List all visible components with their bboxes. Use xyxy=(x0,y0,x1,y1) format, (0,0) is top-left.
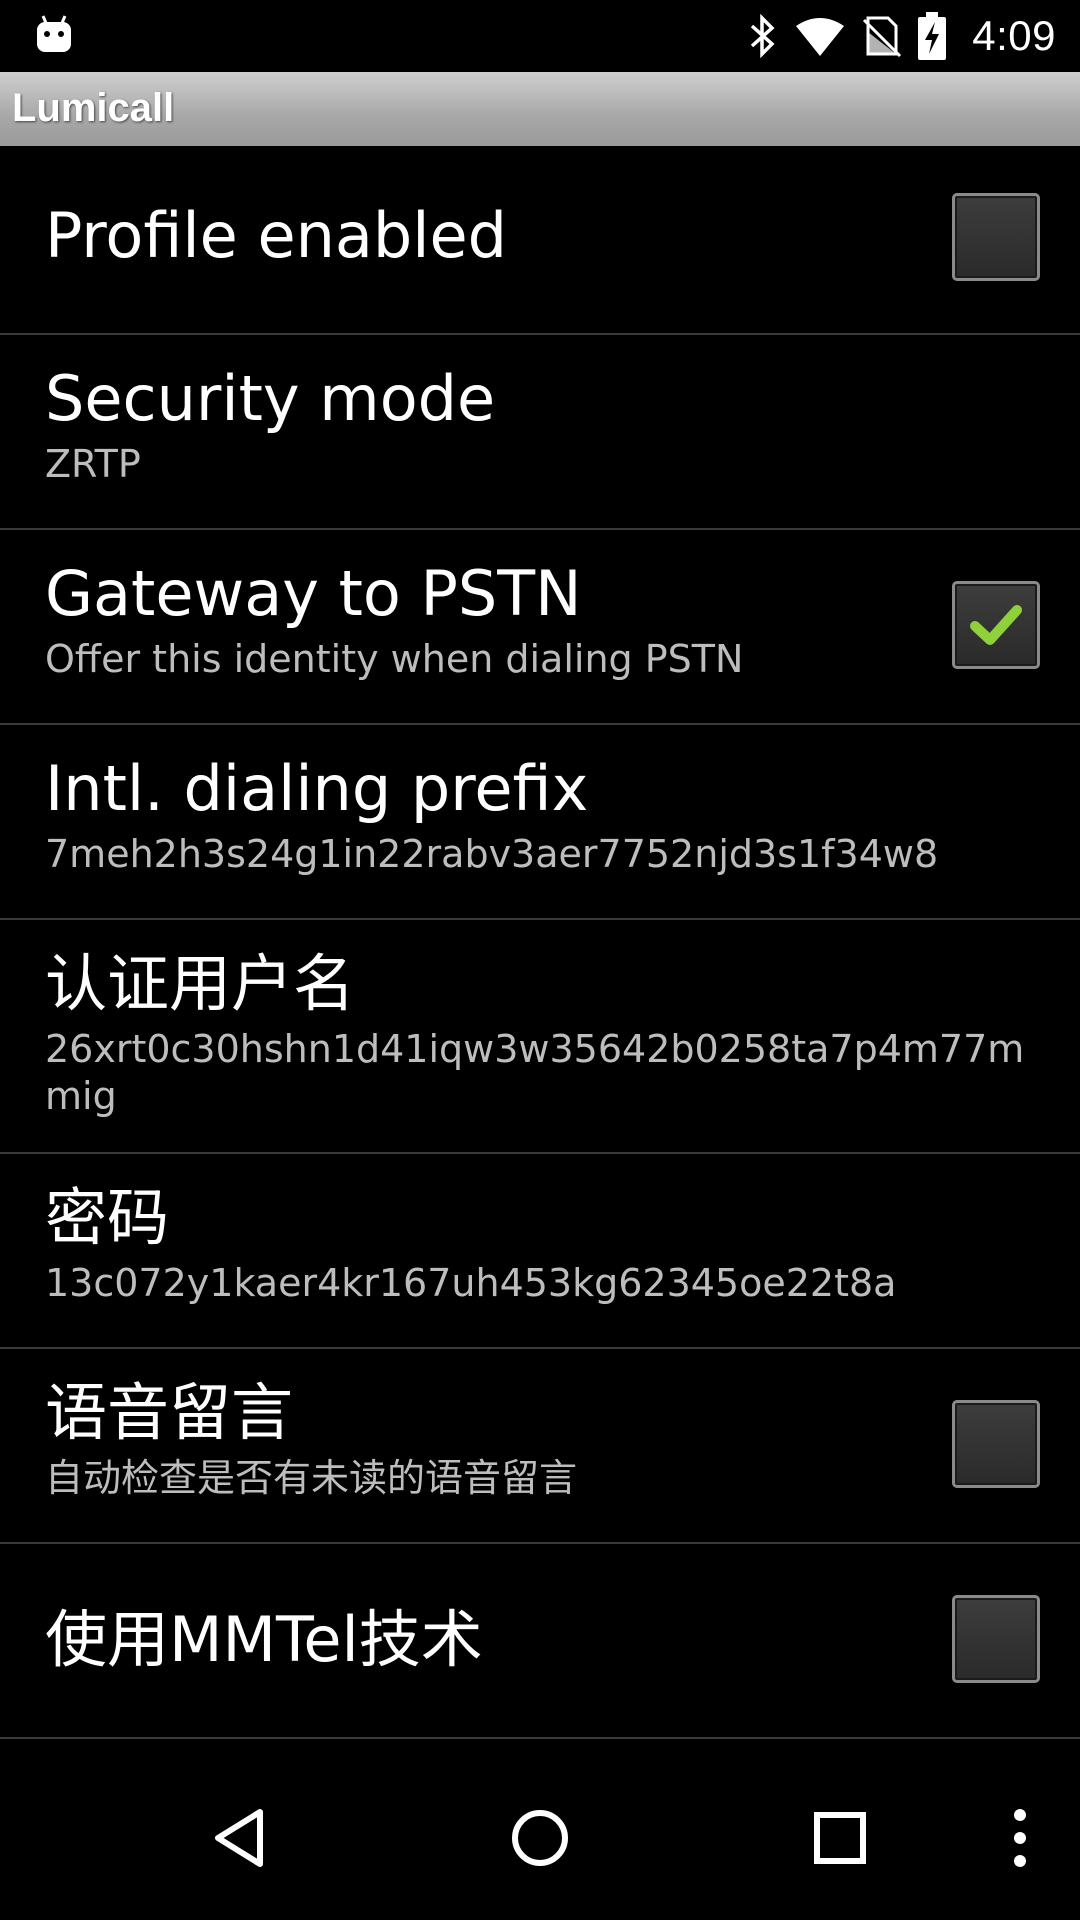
pref-intl-dialing-prefix[interactable]: Intl. dialing prefix 7meh2h3s24g1in22rab… xyxy=(0,725,1080,920)
gateway-pstn-checkbox[interactable] xyxy=(952,581,1040,669)
pref-title: Gateway to PSTN xyxy=(45,557,582,630)
android-notification-icon xyxy=(34,14,74,54)
status-icons: 4:09 xyxy=(748,0,1056,72)
pref-security-mode[interactable]: Security mode ZRTP xyxy=(0,335,1080,530)
status-bar: 4:09 xyxy=(0,0,1080,72)
battery-charging-icon xyxy=(918,12,947,60)
preference-list: Profile enabled Security mode ZRTP Gatew… xyxy=(0,146,1080,1739)
recents-icon[interactable] xyxy=(780,1755,900,1920)
pref-summary: 13c072y1kaer4kr167uh453kg62345oe22t8a xyxy=(45,1261,897,1305)
pref-title: Profile enabled xyxy=(45,199,508,272)
profile-enabled-checkbox[interactable] xyxy=(952,193,1040,281)
pref-mmtel[interactable]: 使用MMTel技术 xyxy=(0,1544,1080,1739)
pref-title: Security mode xyxy=(45,362,496,435)
pref-title: 使用MMTel技术 xyxy=(45,1603,483,1676)
pref-gateway-pstn[interactable]: Gateway to PSTN Offer this identity when… xyxy=(0,530,1080,725)
pref-summary: ZRTP xyxy=(45,442,141,486)
pref-title: 语音留言 xyxy=(45,1376,294,1449)
voicemail-checkbox[interactable] xyxy=(952,1400,1040,1488)
clock: 4:09 xyxy=(972,12,1056,59)
mmtel-checkbox[interactable] xyxy=(952,1595,1040,1683)
pref-title: Intl. dialing prefix xyxy=(45,752,589,825)
no-sim-icon xyxy=(862,14,902,58)
pref-title: 认证用户名 xyxy=(45,947,356,1020)
pref-summary: Offer this identity when dialing PSTN xyxy=(45,637,744,681)
back-icon[interactable] xyxy=(180,1755,300,1920)
wifi-icon xyxy=(794,16,846,56)
bluetooth-icon xyxy=(748,14,778,58)
pref-summary: 自动检查是否有未读的语音留言 xyxy=(45,1456,578,1500)
app-title: Lumicall xyxy=(12,86,175,130)
pref-summary: 7meh2h3s24g1in22rabv3aer7752njd3s1f34w8 xyxy=(45,832,939,876)
pref-auth-username[interactable]: 认证用户名 26xrt0c30hshn1d41iqw3w35642b0258ta… xyxy=(0,920,1080,1154)
pref-summary: 26xrt0c30hshn1d41iqw3w35642b0258ta7p4m77… xyxy=(45,1027,1025,1118)
pref-title: 密码 xyxy=(45,1181,170,1254)
navigation-bar xyxy=(0,1755,1080,1920)
overflow-menu-icon[interactable] xyxy=(990,1755,1050,1920)
action-bar: Lumicall xyxy=(0,72,1080,146)
check-mark-icon xyxy=(970,605,1022,645)
pref-voicemail[interactable]: 语音留言 自动检查是否有未读的语音留言 xyxy=(0,1349,1080,1544)
pref-profile-enabled[interactable]: Profile enabled xyxy=(0,146,1080,335)
pref-password[interactable]: 密码 13c072y1kaer4kr167uh453kg62345oe22t8a xyxy=(0,1154,1080,1349)
home-icon[interactable] xyxy=(480,1755,600,1920)
